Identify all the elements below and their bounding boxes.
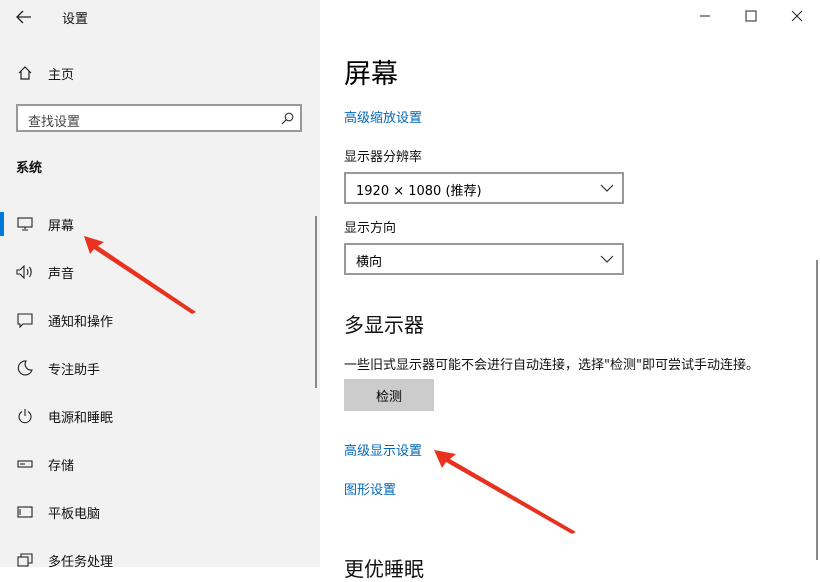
close-icon	[791, 10, 803, 22]
orientation-label: 显示方向	[344, 221, 397, 236]
advanced-scaling-link[interactable]: 高级缩放设置	[344, 107, 422, 126]
back-arrow-icon	[16, 10, 31, 24]
minimize-icon	[700, 15, 710, 17]
tablet-icon	[16, 503, 34, 521]
resolution-label: 显示器分辨率	[344, 150, 423, 165]
sleep-section-heading: 更优睡眠	[344, 557, 424, 581]
annotation-arrow-advanced-display	[434, 450, 576, 534]
multitask-icon	[16, 551, 34, 569]
sidebar-item-label: 电源和睡眠	[48, 410, 114, 426]
annotation-arrow-sidebar	[84, 236, 196, 314]
power-icon	[16, 407, 34, 425]
multi-display-description: 一些旧式显示器可能不会进行自动连接，选择"检测"即可尝试手动连接。	[344, 358, 759, 373]
graphics-settings-link[interactable]: 图形设置	[344, 479, 396, 498]
chevron-down-icon	[600, 255, 614, 263]
search-input[interactable]: 查找设置	[16, 104, 302, 132]
storage-icon	[16, 455, 34, 473]
sidebar-scrollbar[interactable]	[315, 216, 317, 388]
sidebar-item-tablet[interactable]: 平板电脑	[0, 492, 316, 532]
back-button[interactable]	[8, 4, 40, 30]
sidebar-item-multitasking[interactable]: 多任务处理	[0, 540, 316, 580]
window-title: 设置	[62, 12, 89, 27]
sidebar-item-label: 屏幕	[48, 218, 75, 234]
orientation-dropdown[interactable]: 横向	[344, 243, 624, 275]
section-label: 系统	[16, 161, 43, 176]
maximize-button[interactable]	[728, 2, 774, 30]
search-icon	[281, 112, 294, 125]
multi-display-heading: 多显示器	[344, 313, 424, 337]
main-scrollbar[interactable]	[816, 260, 818, 560]
orientation-value: 横向	[356, 255, 383, 270]
sidebar-item-storage[interactable]: 存储	[0, 444, 316, 484]
message-icon	[16, 311, 34, 329]
close-button[interactable]	[774, 2, 820, 30]
resolution-dropdown[interactable]: 1920 × 1080 (推荐)	[344, 172, 624, 204]
sidebar-item-focus-assist[interactable]: 专注助手	[0, 348, 316, 388]
minimize-button[interactable]	[682, 2, 728, 30]
speaker-icon	[16, 263, 34, 281]
home-icon	[16, 64, 34, 82]
maximize-icon	[745, 10, 757, 22]
sidebar-item-label: 主页	[48, 67, 75, 83]
sidebar-item-home[interactable]: 主页	[0, 53, 316, 93]
sidebar-item-label: 声音	[48, 266, 75, 282]
sidebar-item-label: 专注助手	[48, 362, 101, 378]
moon-icon	[16, 359, 34, 377]
sidebar-item-label: 存储	[48, 458, 75, 474]
page-title: 屏幕	[344, 59, 398, 90]
chevron-down-icon	[600, 184, 614, 192]
sidebar-item-label: 平板电脑	[48, 506, 101, 522]
monitor-icon	[16, 215, 34, 233]
resolution-value: 1920 × 1080 (推荐)	[356, 184, 482, 199]
search-placeholder: 查找设置	[28, 115, 81, 130]
detect-button[interactable]: 检测	[344, 379, 434, 411]
advanced-display-link[interactable]: 高级显示设置	[344, 440, 422, 459]
sidebar-item-power[interactable]: 电源和睡眠	[0, 396, 316, 436]
